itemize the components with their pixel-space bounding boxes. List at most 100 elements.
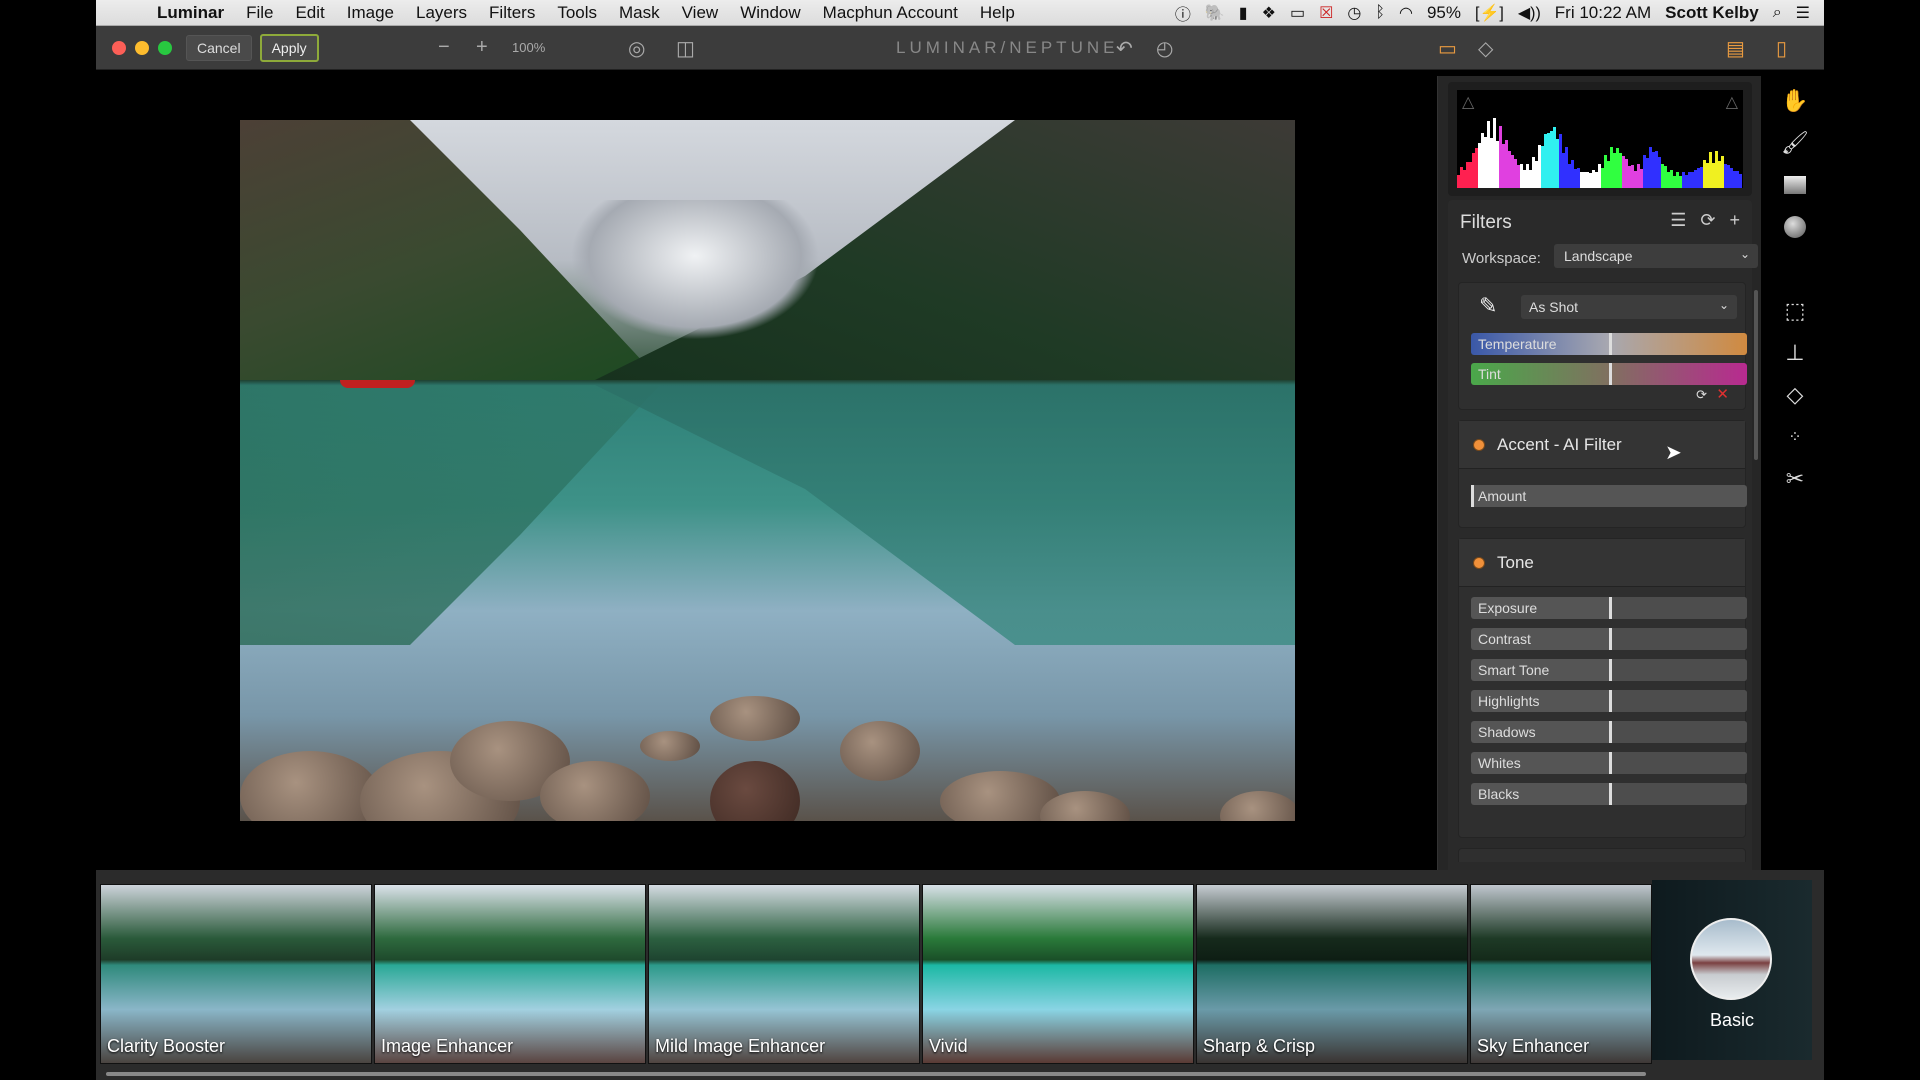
menu-layers[interactable]: Layers — [405, 3, 478, 23]
temperature-knob[interactable] — [1609, 333, 1612, 355]
menu-window[interactable]: Window — [729, 3, 811, 23]
contrast-slider[interactable]: Contrast — [1471, 628, 1747, 650]
category-label: Basic — [1709, 1010, 1754, 1030]
compare-split-icon[interactable]: ◫ — [676, 36, 695, 61]
slider-knob[interactable] — [1609, 721, 1612, 743]
zoom-out-icon[interactable]: − — [438, 36, 450, 59]
filter-enabled-dot[interactable] — [1473, 556, 1485, 569]
radial-icon[interactable] — [1780, 212, 1810, 242]
filter-list-icon[interactable]: ☰ — [1670, 210, 1686, 231]
airplay-icon[interactable]: ▭ — [1290, 3, 1305, 23]
preset-category-basic[interactable]: Basic — [1652, 880, 1812, 1060]
preset-thumb[interactable]: Clarity Booster — [100, 884, 372, 1064]
photo-preview[interactable] — [240, 120, 1295, 821]
temperature-slider[interactable]: Temperature — [1471, 333, 1747, 355]
filmstrip-scrollbar[interactable] — [106, 1072, 1646, 1076]
menu-edit[interactable]: Edit — [284, 3, 335, 23]
layers-icon[interactable]: ◇ — [1478, 36, 1493, 61]
menu-view[interactable]: View — [671, 3, 730, 23]
zoom-in-icon[interactable]: + — [476, 36, 488, 59]
tone-header[interactable]: Tone — [1459, 539, 1745, 587]
noise-icon[interactable]: ⁘ — [1780, 422, 1810, 452]
slider-knob[interactable] — [1609, 597, 1612, 619]
slider-knob[interactable] — [1609, 659, 1612, 681]
smart-tone-slider[interactable]: Smart Tone — [1471, 659, 1747, 681]
menu-tools[interactable]: Tools — [546, 3, 608, 23]
whites-slider[interactable]: Whites — [1471, 752, 1747, 774]
slider-knob[interactable] — [1609, 783, 1612, 805]
reset-filter-icon[interactable]: ⟳ — [1696, 387, 1707, 403]
preset-thumb[interactable]: Sharp & Crisp — [1196, 884, 1468, 1064]
disabled-icon[interactable]: ☒ — [1319, 3, 1333, 23]
user-name[interactable]: Scott Kelby — [1665, 3, 1759, 23]
bluetooth-icon[interactable]: ᛒ — [1375, 4, 1385, 22]
hand-icon[interactable]: ✋ — [1780, 86, 1810, 116]
amount-knob[interactable] — [1471, 485, 1474, 507]
time-machine-icon[interactable]: ◷ — [1347, 3, 1361, 23]
eraser-icon[interactable]: ◇ — [1780, 380, 1810, 410]
blacks-slider[interactable]: Blacks — [1471, 783, 1747, 805]
eyedropper-icon[interactable]: ✎ — [1479, 293, 1497, 319]
accent-filter-header[interactable]: Accent - AI Filter — [1459, 421, 1745, 469]
clock[interactable]: Fri 10:22 AM — [1555, 3, 1651, 23]
menu-file[interactable]: File — [235, 3, 284, 23]
preset-thumb[interactable]: Vivid — [922, 884, 1194, 1064]
undo-icon[interactable]: ↶ — [1116, 36, 1133, 61]
app-icon[interactable]: ▮ — [1239, 3, 1248, 23]
dropbox-icon[interactable]: ❖ — [1262, 3, 1276, 23]
cancel-button[interactable]: Cancel — [186, 34, 252, 61]
workspace-select[interactable]: Landscape ⌄ — [1554, 244, 1758, 268]
tint-knob[interactable] — [1609, 363, 1612, 385]
minimize-window-button[interactable] — [135, 40, 149, 55]
close-window-button[interactable] — [112, 40, 126, 55]
filmstrip-layout-icon[interactable]: ▤ — [1726, 36, 1745, 61]
highlights-slider[interactable]: Highlights — [1471, 690, 1747, 712]
evernote-icon[interactable]: 🐘 — [1205, 3, 1225, 23]
filter-enabled-dot[interactable] — [1473, 438, 1485, 451]
brush-icon[interactable]: 🖌 — [1780, 128, 1810, 158]
workspace-label: Workspace: — [1462, 250, 1541, 267]
gradient-icon[interactable] — [1780, 170, 1810, 200]
slider-knob[interactable] — [1609, 690, 1612, 712]
menu-mask[interactable]: Mask — [608, 3, 671, 23]
scissors-icon[interactable]: ✂ — [1780, 464, 1810, 494]
preset-thumb[interactable]: Mild Image Enhancer — [648, 884, 920, 1064]
menu-help[interactable]: Help — [969, 3, 1026, 23]
crop-icon[interactable]: ⬚ — [1780, 296, 1810, 326]
notification-center-icon[interactable]: ☰ — [1796, 3, 1810, 23]
remove-filter-icon[interactable]: ✕ — [1716, 385, 1729, 403]
zoom-level[interactable]: 100% — [512, 40, 545, 55]
menu-filters[interactable]: Filters — [478, 3, 546, 23]
histogram-toggle-icon[interactable]: ▭ — [1438, 36, 1457, 61]
slider-knob[interactable] — [1609, 752, 1612, 774]
volume-icon[interactable]: ◀)) — [1518, 3, 1541, 23]
reset-filters-icon[interactable]: ⟳ — [1700, 210, 1715, 231]
preset-thumb[interactable]: Image Enhancer — [374, 884, 646, 1064]
amount-slider[interactable]: Amount — [1471, 485, 1747, 507]
panel-layout-icon[interactable]: ▯ — [1776, 36, 1787, 61]
shadows-slider[interactable]: Shadows — [1471, 721, 1747, 743]
menu-macphun-account[interactable]: Macphun Account — [812, 3, 969, 23]
tint-slider[interactable]: Tint — [1471, 363, 1747, 385]
menu-image[interactable]: Image — [336, 3, 405, 23]
exposure-slider[interactable]: Exposure — [1471, 597, 1747, 619]
highlight-clipping-icon[interactable]: △ — [1726, 92, 1738, 112]
clone-stamp-icon[interactable]: ⊥ — [1780, 338, 1810, 368]
wb-preset-select[interactable]: As Shot ⌄ — [1521, 295, 1737, 319]
spotlight-search-icon[interactable]: ⌕ — [1773, 4, 1782, 22]
apply-button[interactable]: Apply — [259, 33, 319, 62]
1password-icon[interactable]: ⓘ — [1175, 1, 1191, 25]
zoom-window-button[interactable] — [158, 40, 172, 55]
menu-app[interactable]: Luminar — [146, 3, 235, 23]
tone-title: Tone — [1497, 552, 1534, 572]
history-icon[interactable]: ◴ — [1156, 36, 1173, 61]
shadow-clipping-icon[interactable]: △ — [1462, 92, 1474, 112]
slider-knob[interactable] — [1609, 628, 1612, 650]
add-filter-icon[interactable]: + — [1729, 210, 1740, 231]
preset-thumb[interactable]: Sky Enhancer — [1470, 884, 1652, 1064]
battery-icon[interactable]: [⚡] — [1475, 3, 1504, 23]
wifi-icon[interactable]: ◠ — [1399, 3, 1413, 23]
panel-scrollbar[interactable] — [1754, 290, 1758, 460]
wb-preset-value: As Shot — [1529, 299, 1579, 315]
preview-eye-icon[interactable]: ◎ — [628, 36, 645, 61]
